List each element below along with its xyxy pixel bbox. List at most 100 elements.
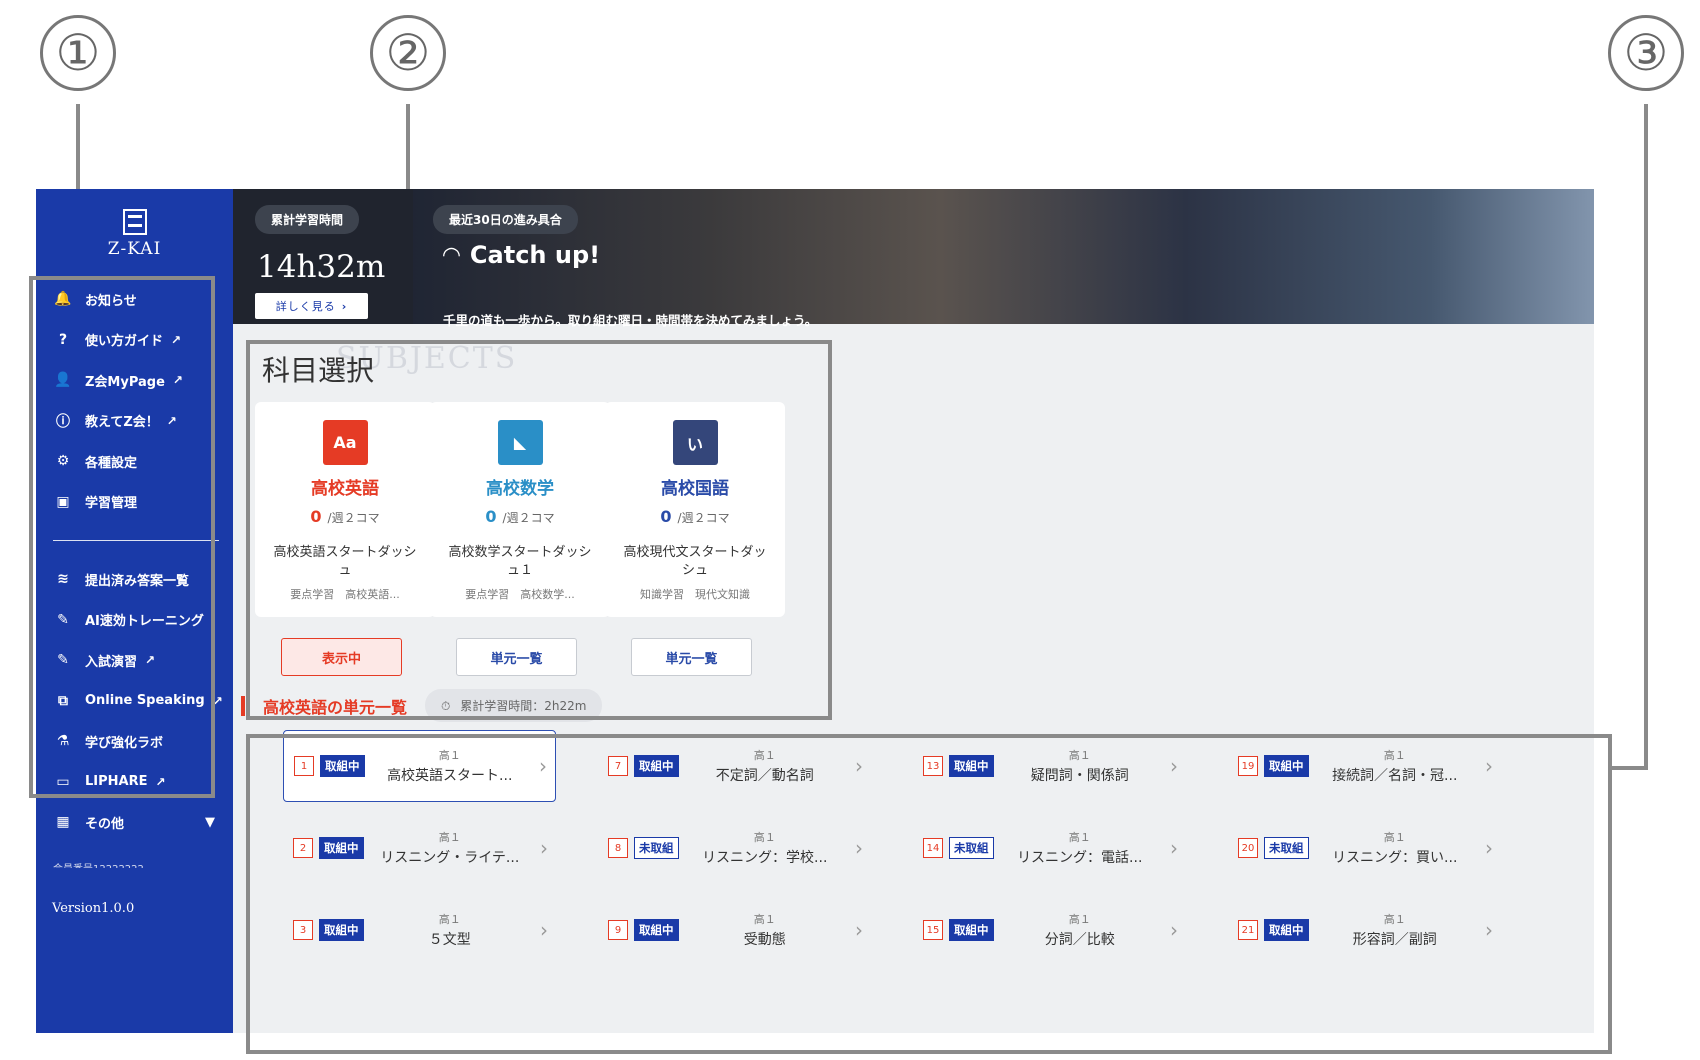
unit-item[interactable]: 9 取組中 高１ 受動態 › — [598, 894, 871, 966]
unit-grade: 高１ — [438, 831, 461, 844]
callout-3: ③ — [1608, 15, 1684, 91]
sidebar-item-label: LIPHARE — [85, 774, 148, 790]
sidebar-item-gear[interactable]: ⚙ 各種設定 — [36, 441, 233, 482]
sidebar-item-label: 入試演習 — [85, 654, 138, 670]
unit-item[interactable]: 8 未取組 高１ リスニング：学校... › — [598, 812, 871, 884]
subject-count-unit: /週２コマ — [677, 511, 730, 525]
chevron-right-icon: › — [540, 836, 548, 860]
status-badge: 取組中 — [634, 755, 679, 777]
subject-count-value: 0 — [310, 507, 322, 526]
unit-text: 高１ 不定詞／動名詞 — [681, 747, 850, 785]
unit-item[interactable]: 21 取組中 高１ 形容詞／副詞 › — [1228, 894, 1501, 966]
unit-item[interactable]: 19 取組中 高１ 接続詞／名詞・冠... › — [1228, 730, 1501, 802]
unit-item[interactable]: 20 未取組 高１ リスニング：買い... › — [1228, 812, 1501, 884]
chevron-right-icon: › — [539, 754, 547, 778]
unit-grade: 高１ — [438, 749, 461, 762]
sidebar-item-label: 学び強化ラボ — [85, 735, 164, 751]
sidebar-item-label: お知らせ — [85, 293, 137, 309]
sidebar-item-layers[interactable]: ≋ 提出済み答案一覧 — [36, 559, 233, 600]
unit-name: ５文型 — [428, 932, 471, 948]
english-book-icon: Aa — [322, 420, 368, 465]
sidebar-item-bell[interactable]: 🔔 お知らせ — [36, 279, 233, 320]
stopwatch-icon: ⏱ — [441, 699, 451, 713]
unit-item[interactable]: 1 取組中 高１ 高校英語スタート... › — [283, 730, 556, 802]
chevron-right-icon: › — [1170, 918, 1178, 942]
monitor-icon: ▭ — [56, 773, 70, 790]
unit-grade: 高１ — [1383, 749, 1406, 762]
unit-number: 8 — [608, 838, 628, 858]
unit-number: 20 — [1238, 838, 1258, 858]
sidebar-item-monitor-chat[interactable]: ⧉ Online Speaking ↗ — [36, 681, 233, 722]
math-ruler-icon: ◣ — [497, 420, 543, 465]
chevron-right-icon: › — [1170, 754, 1178, 778]
unit-list-button[interactable]: 単元一覧 — [631, 638, 752, 676]
subject-count-unit: /週２コマ — [502, 511, 555, 525]
unit-text: 高１ ５文型 — [366, 911, 535, 949]
unit-text: 高１ 形容詞／副詞 — [1311, 911, 1480, 949]
status-badge: 取組中 — [319, 837, 364, 859]
unit-item[interactable]: 2 取組中 高１ リスニング・ライテ... › — [283, 812, 556, 884]
subject-count-value: 0 — [660, 507, 672, 526]
chevron-right-icon: › — [855, 918, 863, 942]
accent-bar — [241, 695, 245, 716]
z-kai-logo[interactable]: Z-KAI — [36, 209, 233, 259]
logo-text: Z-KAI — [107, 239, 162, 259]
unit-item[interactable]: 7 取組中 高１ 不定詞／動名詞 › — [598, 730, 871, 802]
sidebar-item-monitor[interactable]: ▭ LIPHARE ↗ — [36, 762, 233, 803]
status-badge: 未取組 — [949, 837, 994, 859]
sidebar-item-help-circle[interactable]: ? 使い方ガイド ↗ — [36, 320, 233, 361]
callout-1: ① — [40, 15, 116, 91]
unit-name: リスニング：学校... — [702, 850, 828, 866]
status-badge: 取組中 — [949, 755, 994, 777]
catch-text: Catch up! — [469, 241, 601, 269]
subject-card[interactable]: ◣ 高校数学 0/週２コマ 高校数学スタートダッシュ１ 要点学習 高校数学... — [430, 402, 610, 617]
unit-name: 不定詞／動名詞 — [715, 768, 814, 784]
layers-icon: ≋ — [57, 571, 69, 588]
sidebar-item-label: AI速効トレーニング — [85, 614, 204, 630]
showing-button[interactable]: 表示中 — [281, 638, 402, 676]
unit-text: 高１ リスニング：学校... — [681, 829, 850, 867]
unit-item[interactable]: 3 取組中 高１ ５文型 › — [283, 894, 556, 966]
document-edit-icon: ✎ — [57, 611, 69, 628]
hero-message: 千里の道も一歩から。取り組む曜日・時間帯を決めてみましょう。 — [443, 313, 818, 328]
status-badge: 取組中 — [949, 919, 994, 941]
detail-button[interactable]: 詳しく見る › — [255, 293, 368, 319]
unit-grade: 高１ — [1068, 913, 1091, 926]
unit-text: 高１ 疑問詞・関係詞 — [996, 747, 1165, 785]
subject-card[interactable]: い高校国語 0/週２コマ 高校現代文スタートダッシュ 知識学習 現代文知識 — [605, 402, 785, 617]
chevron-right-icon: › — [1485, 836, 1493, 860]
flask-icon: ⚗ — [56, 733, 70, 750]
subject-count: 0/週２コマ — [255, 507, 435, 526]
sidebar-item-more[interactable]: ▦ その他 ▼ — [36, 802, 233, 843]
sidebar-item-document-edit[interactable]: ✎ 入試演習 ↗ — [36, 640, 233, 681]
sidebar-item-flask[interactable]: ⚗ 学び強化ラボ — [36, 721, 233, 762]
sidebar-item-document-edit[interactable]: ✎ AI速効トレーニング — [36, 600, 233, 641]
sidebar-item-id-card[interactable]: ▣ 学習管理 — [36, 482, 233, 523]
callout-3-line — [1644, 104, 1648, 770]
gear-icon: ⚙ — [56, 453, 70, 470]
sidebar-item-info[interactable]: ⓘ 教えてZ会！ ↗ — [36, 401, 233, 442]
callout-3-connector — [1612, 766, 1648, 770]
unit-grade: 高１ — [753, 749, 776, 762]
sidebar-item-label: 使い方ガイド — [85, 334, 164, 350]
sidebar: Z-KAI 🔔 お知らせ? 使い方ガイド ↗ 👤 Z会MyPage ↗ ⓘ 教えてZ会！ ↗ ⚙ 各種… — [36, 189, 233, 1033]
document-edit-icon: ✎ — [57, 652, 69, 669]
sidebar-item-user[interactable]: 👤 Z会MyPage ↗ — [36, 360, 233, 401]
unit-list-button[interactable]: 単元一覧 — [456, 638, 577, 676]
status-badge: 未取組 — [634, 837, 679, 859]
unit-item[interactable]: 14 未取組 高１ リスニング：電話... › — [913, 812, 1186, 884]
unit-item[interactable]: 13 取組中 高１ 疑問詞・関係詞 › — [913, 730, 1186, 802]
unit-name: 高校英語スタート... — [387, 768, 513, 784]
subject-count-value: 0 — [485, 507, 497, 526]
external-link-icon: ↗ — [155, 774, 166, 789]
chevron-right-icon: › — [855, 754, 863, 778]
unit-item[interactable]: 15 取組中 高１ 分詞／比較 › — [913, 894, 1186, 966]
subject-subtext: 要点学習 高校数学... — [465, 588, 575, 601]
progress-status: ◠ Catch up! — [443, 241, 600, 269]
subject-name: 高校国語 — [661, 479, 729, 499]
detail-button-label: 詳しく見る — [275, 300, 336, 313]
chevron-right-icon: › — [540, 918, 548, 942]
subject-card[interactable]: Aa 高校英語 0/週２コマ 高校英語スタートダッシュ 要点学習 高校英語... — [255, 402, 435, 617]
units-title: 高校英語の単元一覧 — [263, 697, 408, 717]
app-window: Z-KAI 🔔 お知らせ? 使い方ガイド ↗ 👤 Z会MyPage ↗ ⓘ 教えてZ会！ ↗ ⚙ 各種… — [36, 189, 1594, 1033]
